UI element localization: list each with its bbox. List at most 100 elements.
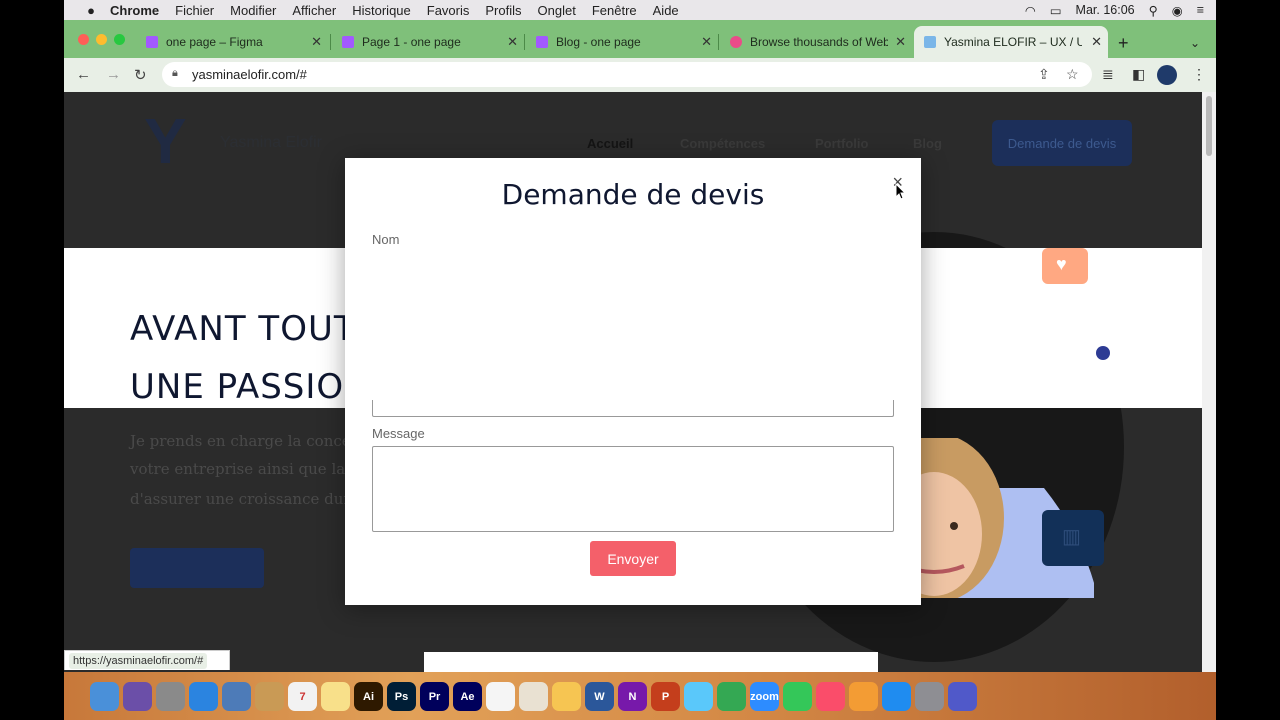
bar-chart-icon: ▥: [1062, 526, 1081, 548]
screen: ● Chrome Fichier Modifier Afficher Histo…: [64, 0, 1216, 720]
menu-item[interactable]: Onglet: [538, 3, 576, 18]
menu-item[interactable]: Historique: [352, 3, 411, 18]
close-tab-icon[interactable]: ✕: [895, 34, 906, 50]
header-quote-button[interactable]: Demande de devis: [992, 120, 1132, 166]
menu-item[interactable]: Fenêtre: [592, 3, 637, 18]
reload-icon[interactable]: ↻: [134, 66, 147, 84]
menu-app-name[interactable]: Chrome: [110, 3, 159, 18]
reading-list-icon[interactable]: ≣: [1102, 66, 1114, 83]
dock-app-icon[interactable]: [684, 682, 713, 711]
next-section-edge: [424, 652, 878, 672]
scrollbar-thumb[interactable]: [1206, 96, 1212, 156]
browser-tab[interactable]: Blog - one page ✕: [526, 26, 718, 58]
dock-app-icon[interactable]: Ps: [387, 682, 416, 711]
battery-icon[interactable]: ▭: [1050, 3, 1062, 18]
dock-app-icon[interactable]: Ai: [354, 682, 383, 711]
spotlight-search-icon[interactable]: ⚲: [1149, 3, 1158, 18]
message-textarea[interactable]: [372, 446, 894, 532]
dock-app-icon[interactable]: P: [651, 682, 680, 711]
close-tab-icon[interactable]: ✕: [1091, 34, 1102, 50]
dock-app-icon[interactable]: Pr: [420, 682, 449, 711]
dock-app-icon[interactable]: [552, 682, 581, 711]
dock-app-icon[interactable]: [321, 682, 350, 711]
browser-tab[interactable]: Browse thousands of Web ✕: [720, 26, 912, 58]
new-tab-icon[interactable]: +: [1118, 33, 1129, 54]
dock-app-icon[interactable]: [882, 682, 911, 711]
menu-item[interactable]: Aide: [653, 3, 679, 18]
browser-tab-active[interactable]: Yasmina ELOFIR – UX / UI ✕: [914, 26, 1108, 58]
siri-icon[interactable]: ◉: [1172, 3, 1183, 18]
clock[interactable]: Mar. 16:06: [1076, 3, 1135, 17]
dock-app-icon[interactable]: [189, 682, 218, 711]
nav-competences[interactable]: Compétences: [680, 136, 765, 151]
menu-item[interactable]: Profils: [485, 3, 521, 18]
menu-item[interactable]: Fichier: [175, 3, 214, 18]
close-window-icon[interactable]: [78, 34, 89, 45]
url-text[interactable]: yasminaelofir.com/#: [192, 67, 307, 82]
site-favicon-icon: [924, 36, 936, 48]
close-tab-icon[interactable]: ✕: [507, 34, 518, 50]
nav-portfolio[interactable]: Portfolio: [815, 136, 868, 151]
minimize-window-icon[interactable]: [96, 34, 107, 45]
forward-icon[interactable]: →: [106, 66, 121, 83]
menu-item[interactable]: Modifier: [230, 3, 276, 18]
page-scrollbar[interactable]: [1202, 92, 1216, 672]
dock-app-icon[interactable]: [255, 682, 284, 711]
more-menu-icon[interactable]: ⋮: [1192, 66, 1206, 83]
hero-button[interactable]: [130, 548, 264, 588]
dock-app-icon[interactable]: [486, 682, 515, 711]
apple-icon[interactable]: ●: [80, 3, 102, 18]
browser-tab[interactable]: Page 1 - one page ✕: [332, 26, 524, 58]
dock-app-icon[interactable]: [717, 682, 746, 711]
tab-title: one page – Figma: [166, 35, 263, 49]
site-logo-text[interactable]: Yasmina Elofir: [220, 134, 322, 152]
preceding-field[interactable]: [372, 400, 894, 417]
dock-app-icon[interactable]: [222, 682, 251, 711]
site-logo-icon[interactable]: Y: [144, 104, 187, 184]
dock-app-icon[interactable]: [156, 682, 185, 711]
nav-accueil[interactable]: Accueil: [587, 136, 633, 151]
window-controls: [78, 34, 125, 45]
dock-app-icon[interactable]: [519, 682, 548, 711]
side-panel-icon[interactable]: ◧: [1132, 66, 1145, 83]
close-tab-icon[interactable]: ✕: [701, 34, 712, 50]
menu-item[interactable]: Favoris: [427, 3, 470, 18]
menu-item[interactable]: Afficher: [292, 3, 336, 18]
close-tab-icon[interactable]: ✕: [311, 34, 322, 50]
wifi-icon[interactable]: ◠: [1025, 3, 1036, 18]
profile-avatar[interactable]: [1157, 65, 1177, 85]
dock-app-icon[interactable]: zoom: [750, 682, 779, 711]
dock-app-icon[interactable]: N: [618, 682, 647, 711]
dock-app-icon[interactable]: [915, 682, 944, 711]
menu-bar: ● Chrome Fichier Modifier Afficher Histo…: [64, 0, 1216, 20]
address-bar[interactable]: 🔒︎ yasminaelofir.com/# ⇪ ☆: [162, 62, 1092, 87]
tab-search-chevron-icon[interactable]: ⌄: [1190, 36, 1200, 50]
modal-title: Demande de devis: [501, 178, 765, 211]
dock-app-icon[interactable]: [783, 682, 812, 711]
dock-app-icon[interactable]: 7: [288, 682, 317, 711]
dock-app-icon[interactable]: Ae: [453, 682, 482, 711]
tab-title: Yasmina ELOFIR – UX / UI: [944, 35, 1082, 49]
browser-tab[interactable]: one page – Figma ✕: [136, 26, 328, 58]
dock-app-icon[interactable]: [123, 682, 152, 711]
heart-icon: ♥: [1056, 254, 1067, 274]
bookmark-star-icon[interactable]: ☆: [1066, 66, 1079, 83]
tab-title: Browse thousands of Web: [750, 35, 888, 49]
link-status-bar: https://yasminaelofir.com/#: [64, 650, 230, 670]
tab-title: Page 1 - one page: [362, 35, 461, 49]
send-button[interactable]: Envoyer: [590, 541, 676, 576]
back-icon[interactable]: ←: [76, 66, 91, 83]
status-url: https://yasminaelofir.com/#: [69, 652, 208, 669]
zoom-window-icon[interactable]: [114, 34, 125, 45]
dock-app-icon[interactable]: [948, 682, 977, 711]
dock-app-icon[interactable]: [849, 682, 878, 711]
nav-blog[interactable]: Blog: [913, 136, 942, 151]
hero-paragraph-line: Je prends en charge la conce: [130, 432, 351, 450]
dock-app-icon[interactable]: [816, 682, 845, 711]
dock-app-icon[interactable]: [90, 682, 119, 711]
hero-paragraph-line: d'assurer une croissance dur: [130, 490, 351, 508]
control-center-icon[interactable]: ≡: [1197, 3, 1204, 17]
lock-icon[interactable]: 🔒︎: [172, 67, 178, 80]
dock-app-icon[interactable]: W: [585, 682, 614, 711]
share-icon[interactable]: ⇪: [1038, 66, 1050, 83]
